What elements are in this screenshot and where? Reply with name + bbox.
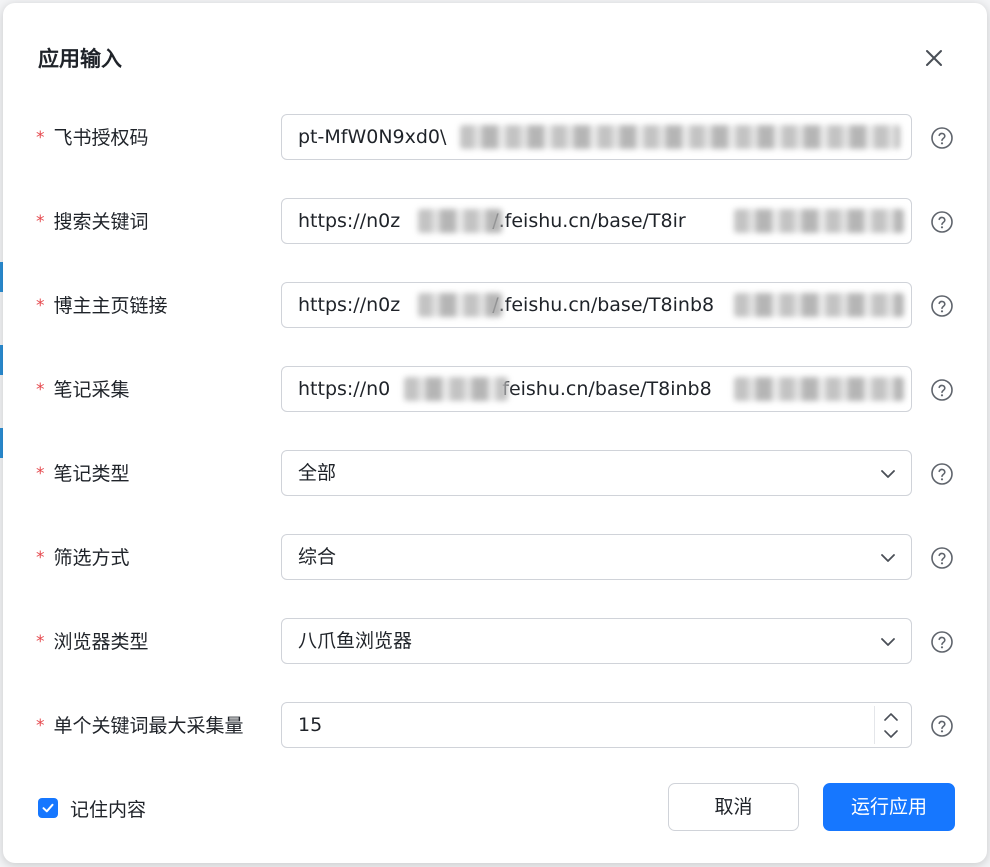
run-app-button[interactable]: 运行应用 [823, 783, 955, 831]
field-label: * 飞书授权码 [36, 127, 149, 149]
required-mark: * [36, 464, 45, 484]
select-value: 综合 [298, 546, 337, 568]
search-keywords-input[interactable]: https://n0z/.feishu.cn/base/T8ir [281, 198, 912, 244]
note-type-select[interactable]: 全部 [281, 450, 912, 496]
help-icon[interactable] [930, 294, 954, 318]
field-label: * 博主主页链接 [36, 295, 168, 317]
redacted-text [734, 293, 904, 317]
close-button[interactable] [919, 43, 949, 73]
required-mark: * [36, 548, 45, 568]
required-mark: * [36, 128, 45, 148]
chevron-up-icon[interactable] [883, 711, 899, 723]
close-icon [926, 50, 942, 66]
form-row-note-collection: * 笔记采集 https://n0 feishu.cn/base/T8inb8 [3, 366, 987, 414]
dialog-title: 应用输入 [38, 47, 122, 71]
redacted-text [418, 293, 502, 317]
chevron-down-icon[interactable] [883, 728, 899, 740]
field-label: * 单个关键词最大采集量 [36, 715, 244, 737]
app-input-dialog: 应用输入 * 飞书授权码 pt-MfW0N9xd0\ * 搜索关键词 https:/… [3, 3, 987, 863]
form-row-max-collection-per-keyword: * 单个关键词最大采集量 15 [3, 702, 987, 750]
form-row-feishu-auth-code: * 飞书授权码 pt-MfW0N9xd0\ [3, 114, 987, 162]
input-value: pt-MfW0N9xd0\ [298, 126, 447, 148]
chevron-down-icon [881, 638, 895, 646]
max-collection-number-input[interactable]: 15 [281, 702, 912, 748]
field-label: * 搜索关键词 [36, 211, 149, 233]
required-mark: * [36, 212, 45, 232]
form-row-note-type: * 笔记类型 全部 [3, 450, 987, 498]
redacted-text [404, 377, 508, 401]
select-value: 全部 [298, 462, 337, 484]
select-value: 八爪鱼浏览器 [298, 630, 413, 652]
remember-content-checkbox[interactable]: 记住内容 [38, 795, 146, 821]
chevron-down-icon [881, 470, 895, 478]
required-mark: * [36, 716, 45, 736]
form-row-blogger-homepage-link: * 博主主页链接 https://n0z/.feishu.cn/base/T8in… [3, 282, 987, 330]
required-mark: * [36, 296, 45, 316]
browser-type-select[interactable]: 八爪鱼浏览器 [281, 618, 912, 664]
help-icon[interactable] [930, 630, 954, 654]
form-row-browser-type: * 浏览器类型 八爪鱼浏览器 [3, 618, 987, 666]
help-icon[interactable] [930, 378, 954, 402]
input-value: https://n0z/.feishu.cn/base/T8inb8 [298, 294, 715, 316]
field-label: * 筛选方式 [36, 547, 130, 569]
filter-method-select[interactable]: 综合 [281, 534, 912, 580]
remember-content-label: 记住内容 [70, 798, 147, 821]
redacted-text [734, 209, 904, 233]
field-label: * 浏览器类型 [36, 631, 149, 653]
checkbox-checked[interactable] [38, 798, 58, 818]
field-label: * 笔记类型 [36, 463, 130, 485]
required-mark: * [36, 632, 45, 652]
redacted-text [734, 377, 904, 401]
help-icon[interactable] [930, 714, 954, 738]
required-mark: * [36, 380, 45, 400]
chevron-down-icon [881, 554, 895, 562]
cancel-button[interactable]: 取消 [668, 783, 799, 831]
help-icon[interactable] [930, 546, 954, 570]
redacted-text [460, 125, 900, 149]
redacted-text [418, 209, 502, 233]
help-icon[interactable] [930, 462, 954, 486]
checkmark-icon [42, 803, 54, 813]
number-stepper [874, 706, 907, 744]
input-value: 15 [298, 714, 323, 736]
feishu-auth-code-input[interactable]: pt-MfW0N9xd0\ [281, 114, 912, 160]
blogger-homepage-link-input[interactable]: https://n0z/.feishu.cn/base/T8inb8 [281, 282, 912, 328]
help-icon[interactable] [930, 210, 954, 234]
help-icon[interactable] [930, 126, 954, 150]
note-collection-input[interactable]: https://n0 feishu.cn/base/T8inb8 [281, 366, 912, 412]
form-row-filter-method: * 筛选方式 综合 [3, 534, 987, 582]
form-row-search-keywords: * 搜索关键词 https://n0z/.feishu.cn/base/T8ir [3, 198, 987, 246]
field-label: * 笔记采集 [36, 379, 130, 401]
